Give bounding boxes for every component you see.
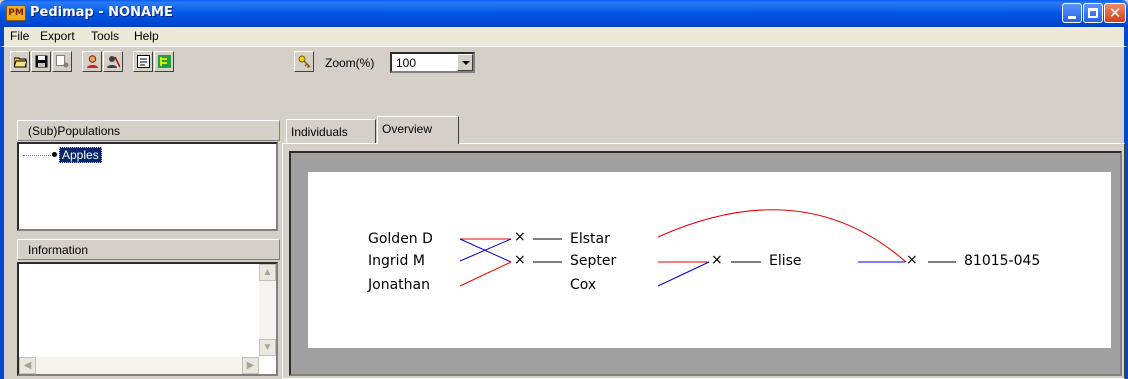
maternal-edge — [657, 209, 907, 263]
zoom-select[interactable]: 100 — [390, 52, 475, 73]
tree-node-icon — [52, 152, 57, 157]
horizontal-scrollbar[interactable]: ◀ ▶ — [19, 357, 259, 374]
scroll-down-icon[interactable]: ▼ — [259, 339, 276, 356]
vertical-scrollbar[interactable]: ▲ ▼ — [259, 264, 276, 356]
window-title: Pedimap - NONAME — [30, 5, 173, 20]
information-header: Information — [17, 239, 280, 260]
tab-individuals[interactable]: Individuals — [286, 119, 376, 144]
close-icon: ✕ — [1108, 4, 1122, 22]
populations-tree[interactable]: Apples — [17, 142, 278, 231]
save-button[interactable] — [31, 51, 51, 72]
chevron-down-icon[interactable] — [457, 54, 473, 71]
populations-header: (Sub)Populations — [17, 120, 280, 141]
maximize-button[interactable] — [1083, 3, 1103, 23]
open-folder-icon — [14, 57, 27, 68]
properties-button[interactable] — [133, 51, 153, 72]
window-border-left — [0, 76, 4, 379]
tab-overview[interactable]: Overview — [377, 116, 459, 144]
add-data-button[interactable] — [52, 51, 72, 72]
person-icon — [87, 55, 98, 68]
individual-button[interactable] — [82, 51, 102, 72]
information-box[interactable]: ▲ ▼ ◀ ▶ — [17, 262, 278, 376]
properties-icon — [137, 55, 150, 68]
person-tool-button[interactable] — [103, 51, 123, 72]
title-bar[interactable]: PM Pedimap - NONAME ✕ — [0, 0, 1128, 27]
add-data-icon — [56, 55, 69, 68]
menu-help[interactable]: Help — [134, 29, 159, 43]
key-icon — [298, 55, 311, 68]
pedigree-edges — [459, 209, 956, 287]
zoom-label: Zoom(%) — [325, 56, 375, 70]
minimize-button[interactable] — [1062, 3, 1082, 23]
tree-view-icon — [158, 55, 171, 68]
maximize-icon — [1088, 8, 1098, 18]
tree-item-apples[interactable]: Apples — [59, 147, 102, 163]
menu-tools[interactable]: Tools — [91, 29, 119, 43]
scroll-up-icon[interactable]: ▲ — [259, 264, 276, 281]
paternal-edge — [657, 261, 710, 287]
tree-view-button[interactable] — [154, 51, 174, 72]
app-icon: PM — [6, 5, 26, 21]
person-tool-icon — [107, 56, 120, 68]
scroll-left-icon[interactable]: ◀ — [19, 357, 36, 374]
search-key-button[interactable] — [294, 51, 314, 72]
close-button[interactable]: ✕ — [1104, 3, 1126, 23]
scroll-right-icon[interactable]: ▶ — [242, 357, 259, 374]
minimize-icon — [1068, 16, 1076, 19]
save-disk-icon — [35, 55, 48, 68]
tree-connector — [23, 155, 53, 156]
pedigree-canvas[interactable]: Golden D Ingrid M Jonathan × × Elstar Se… — [308, 172, 1111, 348]
open-button[interactable] — [10, 51, 30, 72]
toolbar: Zoom(%) 100 — [0, 46, 1128, 76]
menu-bar: File Export Tools Help — [0, 27, 1128, 46]
menu-file[interactable]: File — [10, 29, 29, 43]
menu-export[interactable]: Export — [40, 29, 75, 43]
maternal-edge — [459, 261, 512, 287]
zoom-value: 100 — [396, 56, 417, 70]
